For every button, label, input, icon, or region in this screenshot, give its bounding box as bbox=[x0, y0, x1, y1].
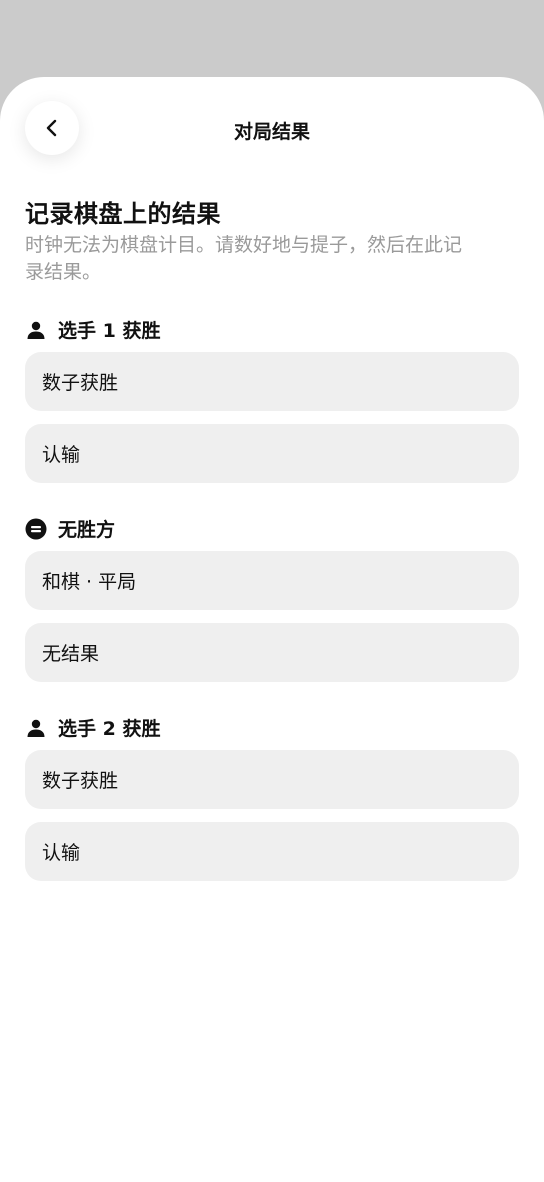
player2-win-by-score-button[interactable]: 数子获胜 bbox=[25, 750, 519, 809]
record-heading: 记录棋盘上的结果 bbox=[25, 200, 221, 228]
player1-win-by-score-button[interactable]: 数子获胜 bbox=[25, 352, 519, 411]
player2-win-by-resignation-button[interactable]: 认输 bbox=[25, 822, 519, 881]
person-icon bbox=[25, 319, 47, 341]
result-sheet: 对局结果 记录棋盘上的结果 时钟无法为棋盘计目。请数好地与提子，然后在此记录结果… bbox=[0, 77, 544, 1182]
section-label-text: 选手 1 获胜 bbox=[58, 320, 161, 342]
section-label-text: 选手 2 获胜 bbox=[58, 718, 161, 740]
no-result-button[interactable]: 无结果 bbox=[25, 623, 519, 682]
draw-button[interactable]: 和棋 · 平局 bbox=[25, 551, 519, 610]
section-player1-win: 选手 1 获胜 bbox=[25, 316, 160, 343]
section-no-winner: 无胜方 bbox=[25, 515, 115, 542]
equals-circle-icon bbox=[25, 518, 47, 540]
section-player2-win: 选手 2 获胜 bbox=[25, 714, 160, 741]
player1-win-by-resignation-button[interactable]: 认输 bbox=[25, 424, 519, 483]
section-label-text: 无胜方 bbox=[58, 519, 116, 541]
record-subtitle: 时钟无法为棋盘计目。请数好地与提子，然后在此记录结果。 bbox=[25, 234, 463, 283]
page-title: 对局结果 bbox=[233, 121, 310, 143]
person-icon bbox=[25, 717, 47, 739]
